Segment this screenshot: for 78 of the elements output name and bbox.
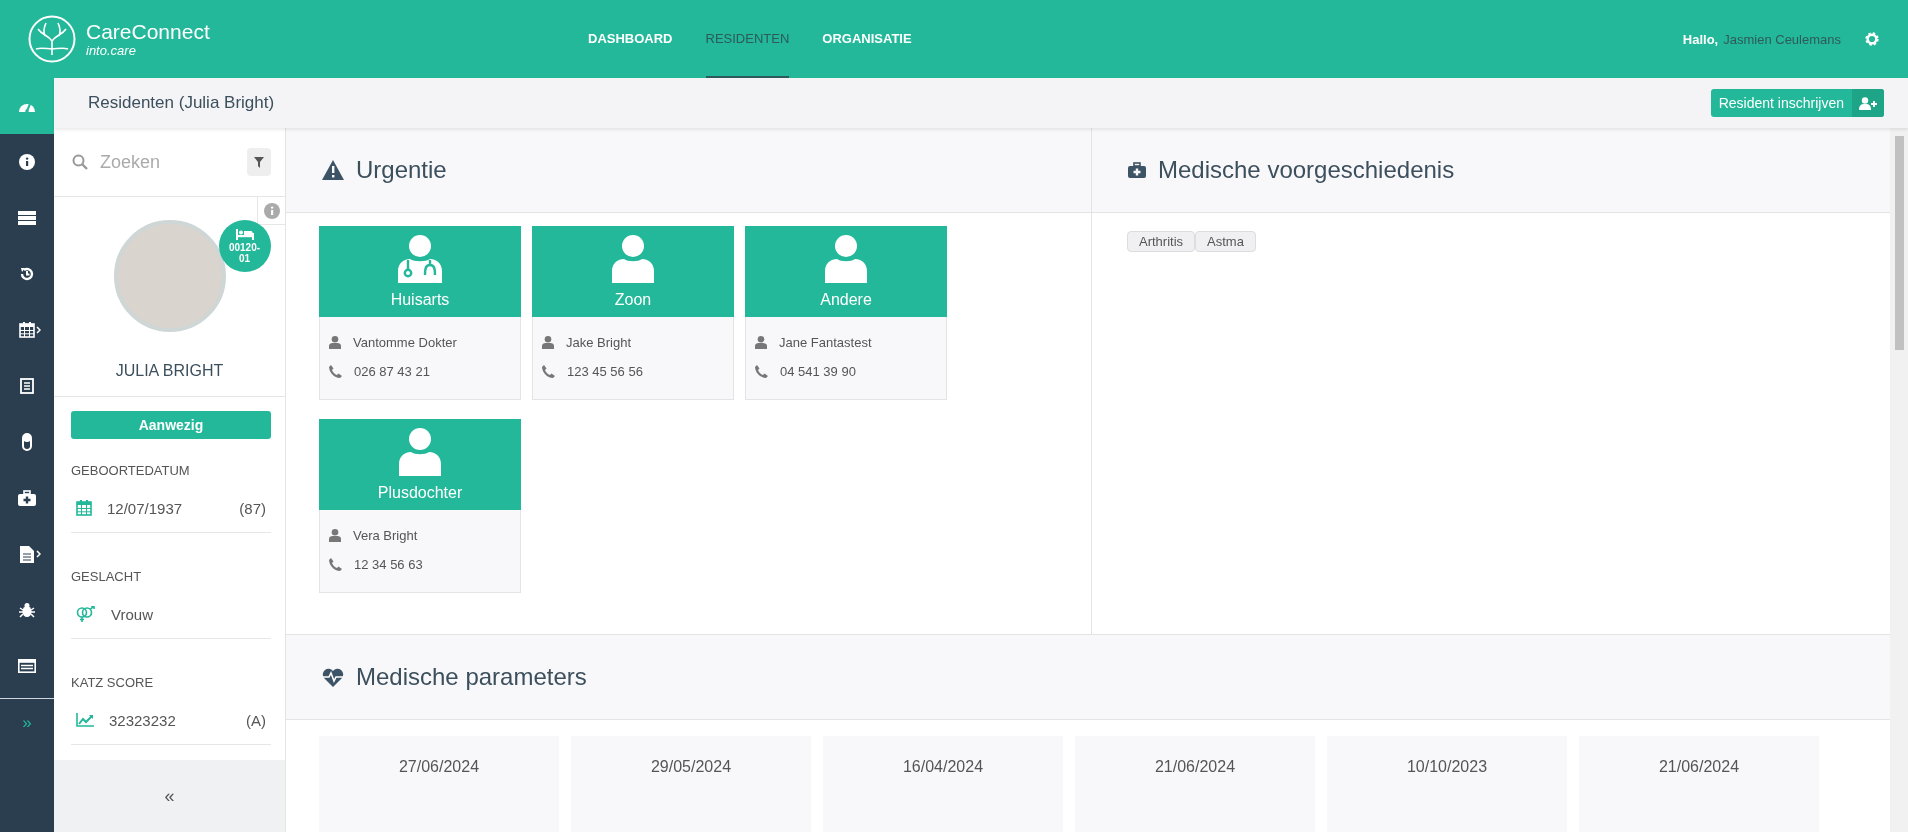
medkit-icon [18, 490, 36, 506]
search-field[interactable]: Zoeken [100, 151, 235, 173]
info-icon [19, 154, 35, 170]
medkit-icon [1128, 162, 1146, 178]
doctor-icon [398, 235, 442, 283]
filter-button[interactable] [247, 148, 271, 176]
section-title: Medische voorgeschiedenis [1158, 156, 1455, 184]
line-chart-icon [76, 713, 94, 727]
field-label: GESLACHT [71, 569, 143, 584]
greeting: Hallo, [1682, 31, 1719, 47]
parameter-card[interactable]: 10/10/2023 [1327, 736, 1567, 832]
contact-name: Jake Bright [566, 335, 632, 350]
parameter-card[interactable]: 27/06/2024 [319, 736, 559, 832]
field-label: KATZ SCORE [71, 675, 155, 690]
contact-phone: 026 87 43 21 [354, 364, 430, 379]
field-extra: (87) [239, 499, 266, 517]
phone-icon [542, 365, 555, 378]
person-icon [755, 336, 767, 349]
page-title: Residenten (Julia Bright) [88, 93, 275, 113]
capsule-icon [22, 433, 32, 451]
resident-name: JULIA BRIGHT [54, 332, 285, 397]
parameter-card[interactable]: 21/06/2024 [1579, 736, 1819, 832]
contact-role: Andere [820, 291, 872, 309]
checklist-icon [20, 378, 34, 394]
person-icon [329, 336, 341, 349]
contact-name: Vantomme Dokter [353, 335, 457, 350]
parameter-card[interactable]: 21/06/2024 [1075, 736, 1315, 832]
collapse-toggle[interactable]: « [164, 785, 175, 807]
heartbeat-icon [322, 667, 344, 687]
tree-logo-icon [28, 15, 76, 63]
field-label: GEBOORTEDATUM [71, 463, 191, 478]
calendar-icon [76, 500, 92, 516]
bug-icon [19, 602, 35, 618]
condition-tag: Arthritis [1127, 231, 1196, 252]
logo-subtitle: into.care [86, 42, 137, 58]
person-icon [329, 529, 341, 542]
contact-role: Zoon [614, 291, 652, 309]
expand-toggle[interactable]: » [0, 699, 54, 733]
person-icon [825, 235, 867, 283]
filter-icon [254, 156, 264, 168]
logo-title: CareConnect [86, 20, 210, 43]
search-icon [72, 154, 88, 170]
stacked-bars-icon [18, 211, 36, 225]
contact-role: Plusdochter [377, 484, 463, 502]
history-icon [19, 266, 35, 282]
person-icon [612, 235, 654, 283]
person-icon [399, 428, 441, 476]
gender-icon [76, 606, 96, 622]
field-value: 32323232 [109, 711, 177, 729]
add-user-icon [1859, 96, 1877, 110]
section-title: Medische parameters [356, 663, 587, 691]
warning-icon [322, 160, 344, 180]
scrollbar[interactable] [1890, 128, 1908, 832]
field-extra: (A) [246, 711, 266, 729]
document-icon [20, 545, 34, 563]
contact-name: Jane Fantastest [779, 335, 872, 350]
section-title: Urgentie [356, 156, 447, 184]
bed-icon [235, 228, 254, 240]
field-value: 12/07/1937 [107, 499, 184, 517]
room-badge: 00120-01 [218, 220, 271, 272]
phone-icon [755, 365, 768, 378]
condition-tag: Astma [1195, 231, 1256, 252]
chevron-icon [36, 550, 41, 558]
info-icon [263, 202, 280, 219]
contact-phone: 12 34 56 63 [354, 557, 423, 572]
field-value: Vrouw [111, 605, 154, 623]
parameter-card[interactable]: 16/04/2024 [823, 736, 1063, 832]
contact-name: Vera Bright [353, 528, 418, 543]
phone-icon [329, 365, 342, 378]
contact-role: Huisarts [390, 291, 450, 309]
person-icon [542, 336, 554, 349]
chevron-icon [36, 326, 41, 334]
phone-icon [329, 558, 342, 571]
parameter-card[interactable]: 29/05/2024 [571, 736, 811, 832]
contact-phone: 123 45 56 56 [567, 364, 643, 379]
contact-phone: 04 541 39 90 [780, 364, 856, 379]
calendar-icon [19, 322, 35, 338]
list-card-icon [18, 659, 36, 673]
